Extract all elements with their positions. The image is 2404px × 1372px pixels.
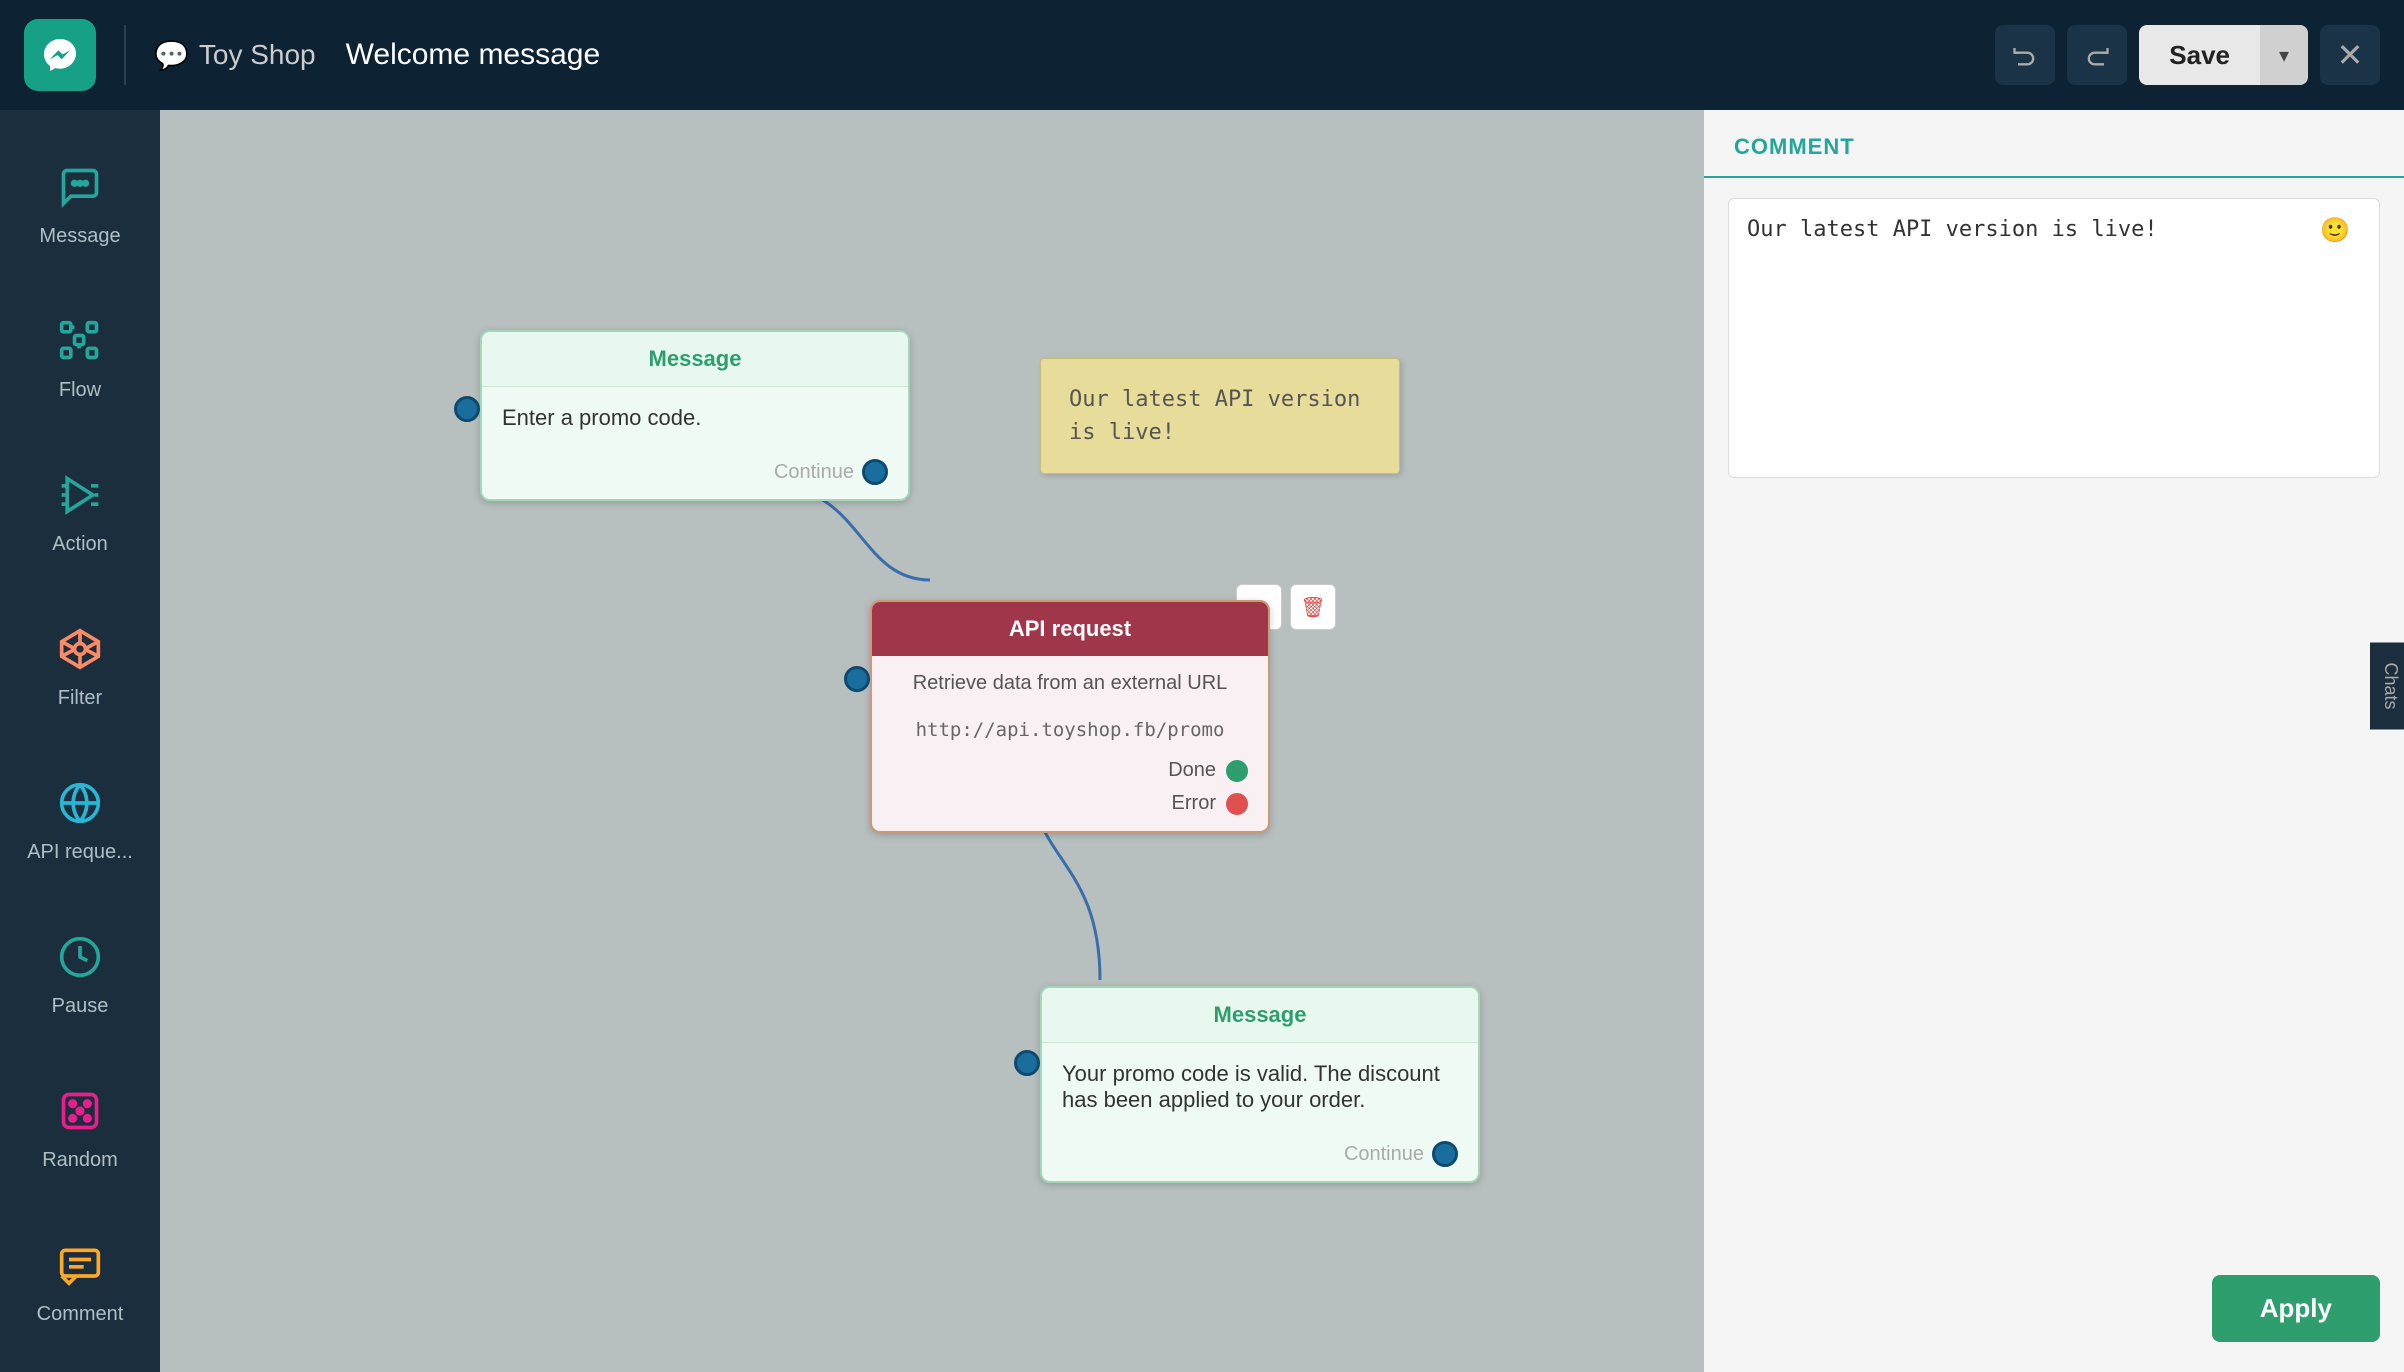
pause-icon: [50, 927, 110, 987]
action-icon: [50, 465, 110, 525]
sidebar-item-filter-label: Filter: [58, 687, 102, 710]
message-node-2-footer: Continue: [1042, 1131, 1478, 1181]
done-label: Done: [1168, 759, 1216, 782]
logo: [24, 19, 96, 91]
api-node-input[interactable]: [844, 666, 870, 692]
flow-canvas[interactable]: Message Enter a promo code. Continue Our…: [160, 110, 1704, 1372]
sidebar-item-api-label: API reque...: [27, 841, 133, 864]
nav-actions: Save ▾ ✕: [1995, 25, 2380, 85]
comment-delete-button[interactable]: 🗑: [1290, 584, 1336, 630]
chats-tab-label: Chats: [2381, 662, 2401, 709]
api-node-url: http://api.toyshop.fb/promo: [872, 711, 1268, 749]
message-node-2[interactable]: Message Your promo code is valid. The di…: [1040, 986, 1480, 1183]
save-dropdown-button[interactable]: ▾: [2260, 25, 2308, 85]
chats-tab[interactable]: Chats: [2370, 642, 2404, 729]
sidebar-item-filter[interactable]: Filter: [15, 592, 145, 736]
comment-textarea[interactable]: Our latest API version is live!: [1728, 198, 2380, 478]
sidebar-item-random-label: Random: [42, 1149, 118, 1172]
sidebar-item-api[interactable]: API reque...: [15, 746, 145, 890]
undo-button[interactable]: [1995, 25, 2055, 85]
right-panel: COMMENT Our latest API version is live! …: [1704, 110, 2404, 1372]
api-error-port: Error: [1172, 792, 1248, 815]
sidebar-item-flow-label: Flow: [59, 379, 101, 402]
sidebar-item-comment[interactable]: Comment: [15, 1208, 145, 1352]
save-group: Save ▾: [2139, 25, 2308, 85]
message-node-1-output[interactable]: [862, 459, 888, 485]
right-panel-footer: Apply: [1704, 1255, 2404, 1372]
message-node-1-footer: Continue: [482, 449, 908, 499]
comment-sticky-text: Our latest API versionis live!: [1069, 387, 1360, 445]
message-node-2-body: Your promo code is valid. The discount h…: [1042, 1043, 1478, 1131]
api-node-description: Retrieve data from an external URL: [872, 656, 1268, 711]
right-panel-title: COMMENT: [1734, 134, 1855, 159]
main-layout: Message Flow: [0, 110, 2404, 1372]
api-icon: [50, 773, 110, 833]
redo-button[interactable]: [2067, 25, 2127, 85]
comment-icon: [50, 1235, 110, 1295]
message-node-2-input[interactable]: [1014, 1050, 1040, 1076]
message-icon: [50, 157, 110, 217]
close-button[interactable]: ✕: [2320, 25, 2380, 85]
save-button[interactable]: Save: [2139, 25, 2260, 85]
message-node-1[interactable]: Message Enter a promo code. Continue: [480, 330, 910, 501]
error-port-dot[interactable]: [1226, 793, 1248, 815]
message-node-2-header: Message: [1042, 988, 1478, 1043]
random-icon: [50, 1081, 110, 1141]
sidebar-item-comment-label: Comment: [37, 1303, 124, 1326]
api-done-port: Done: [1168, 759, 1248, 782]
apply-button[interactable]: Apply: [2212, 1275, 2380, 1342]
continue-label-2: Continue: [1344, 1143, 1424, 1166]
chatbot-name-label: Toy Shop: [199, 39, 316, 71]
sidebar-item-message-label: Message: [39, 225, 120, 248]
filter-icon: [50, 619, 110, 679]
message-node-1-body: Enter a promo code.: [482, 387, 908, 449]
sidebar-item-pause-label: Pause: [52, 995, 109, 1018]
api-node-ports: Done Error: [872, 749, 1268, 831]
comment-area-wrap: Our latest API version is live! 🙂: [1728, 198, 2380, 483]
sidebar-item-flow[interactable]: Flow: [15, 284, 145, 428]
message-node-2-output[interactable]: [1432, 1141, 1458, 1167]
sidebar-item-action-label: Action: [52, 533, 108, 556]
error-label: Error: [1172, 792, 1216, 815]
message-node-1-input[interactable]: [454, 396, 480, 422]
chatbot-icon: 💬: [154, 39, 189, 72]
top-navigation: 💬 Toy Shop Welcome message Save ▾ ✕: [0, 0, 2404, 110]
right-panel-header: COMMENT: [1704, 110, 2404, 178]
sidebar-item-action[interactable]: Action: [15, 438, 145, 582]
nav-divider: [124, 25, 126, 85]
sidebar: Message Flow: [0, 110, 160, 1372]
sidebar-item-pause[interactable]: Pause: [15, 900, 145, 1044]
flow-icon: [50, 311, 110, 371]
emoji-button[interactable]: 🙂: [2320, 216, 2350, 245]
flow-title: Welcome message: [346, 38, 601, 72]
chatbot-name: 💬 Toy Shop: [154, 39, 316, 72]
done-port-dot[interactable]: [1226, 760, 1248, 782]
api-request-node[interactable]: API request Retrieve data from an extern…: [870, 600, 1270, 833]
right-panel-body: Our latest API version is live! 🙂: [1704, 178, 2404, 1255]
sidebar-item-random[interactable]: Random: [15, 1054, 145, 1198]
continue-label: Continue: [774, 461, 854, 484]
api-node-header: API request: [872, 602, 1268, 656]
comment-sticky[interactable]: Our latest API versionis live!: [1040, 358, 1400, 474]
sidebar-item-message[interactable]: Message: [15, 130, 145, 274]
message-node-1-header: Message: [482, 332, 908, 387]
